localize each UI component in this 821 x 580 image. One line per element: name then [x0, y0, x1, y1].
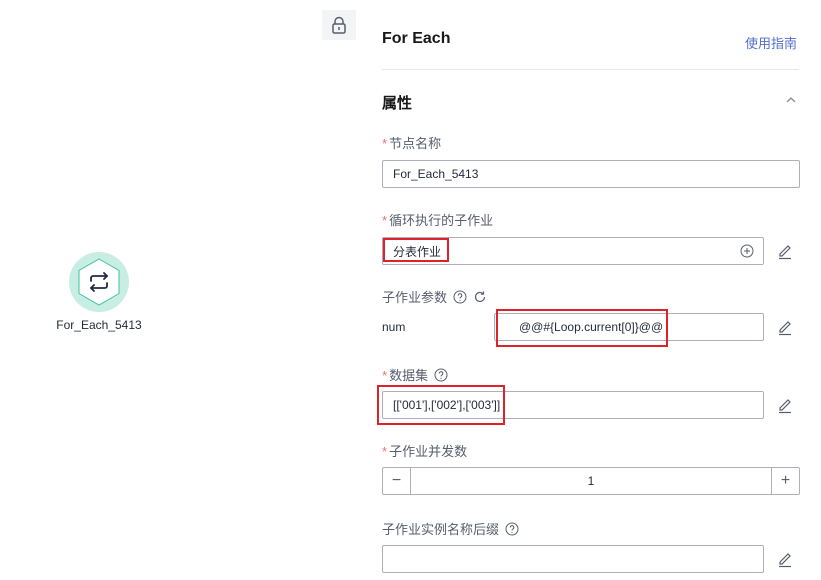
- decrement-button[interactable]: −: [383, 468, 411, 494]
- help-icon[interactable]: [434, 368, 448, 382]
- section-title: 属性: [382, 95, 413, 112]
- refresh-icon[interactable]: [473, 290, 487, 304]
- divider: [382, 69, 799, 70]
- param-edit-icon[interactable]: [776, 318, 794, 336]
- panel-title: For Each: [382, 30, 451, 47]
- param-value-input[interactable]: @@#{Loop.current[0]}@@: [494, 313, 764, 341]
- required-mark: *: [382, 213, 388, 228]
- required-mark: *: [382, 136, 388, 151]
- lock-button[interactable]: [322, 10, 356, 40]
- concurrency-label: * 子作业并发数: [382, 444, 468, 459]
- user-guide-link[interactable]: 使用指南: [745, 33, 797, 52]
- param-name: num: [382, 320, 406, 334]
- workflow-canvas[interactable]: For_Each_5413: [0, 0, 358, 580]
- help-icon[interactable]: [453, 290, 467, 304]
- help-icon[interactable]: [505, 522, 519, 536]
- sub-job-label: * 循环执行的子作业: [382, 213, 494, 228]
- node-name-input[interactable]: For_Each_5413: [382, 160, 800, 188]
- add-circle-icon[interactable]: [740, 244, 754, 258]
- increment-button[interactable]: +: [771, 468, 799, 494]
- sub-job-select[interactable]: 分表作业: [382, 237, 764, 265]
- sub-job-params-label: 子作业参数: [382, 287, 487, 306]
- required-mark: *: [382, 444, 388, 459]
- dataset-label: * 数据集: [382, 365, 448, 384]
- concurrency-stepper[interactable]: − 1 +: [382, 467, 800, 495]
- for-each-node[interactable]: [68, 251, 130, 313]
- dataset-edit-icon[interactable]: [776, 396, 794, 414]
- node-name-label: * 节点名称: [382, 136, 442, 151]
- chevron-up-icon[interactable]: [785, 94, 797, 106]
- lock-icon: [332, 16, 346, 34]
- node-label: For_Each_5413: [56, 318, 142, 332]
- properties-panel: For Each 使用指南 属性 * 节点名称 For_Each_5413 * 循环…: [358, 0, 821, 580]
- suffix-edit-icon[interactable]: [776, 550, 794, 568]
- concurrency-value[interactable]: 1: [411, 468, 771, 494]
- required-mark: *: [382, 368, 388, 383]
- dataset-input[interactable]: [['001'],['002'],['003']]: [382, 391, 764, 419]
- instance-suffix-label: 子作业实例名称后缀: [382, 519, 519, 538]
- sub-job-edit-icon[interactable]: [776, 242, 794, 260]
- instance-suffix-input[interactable]: [382, 545, 764, 573]
